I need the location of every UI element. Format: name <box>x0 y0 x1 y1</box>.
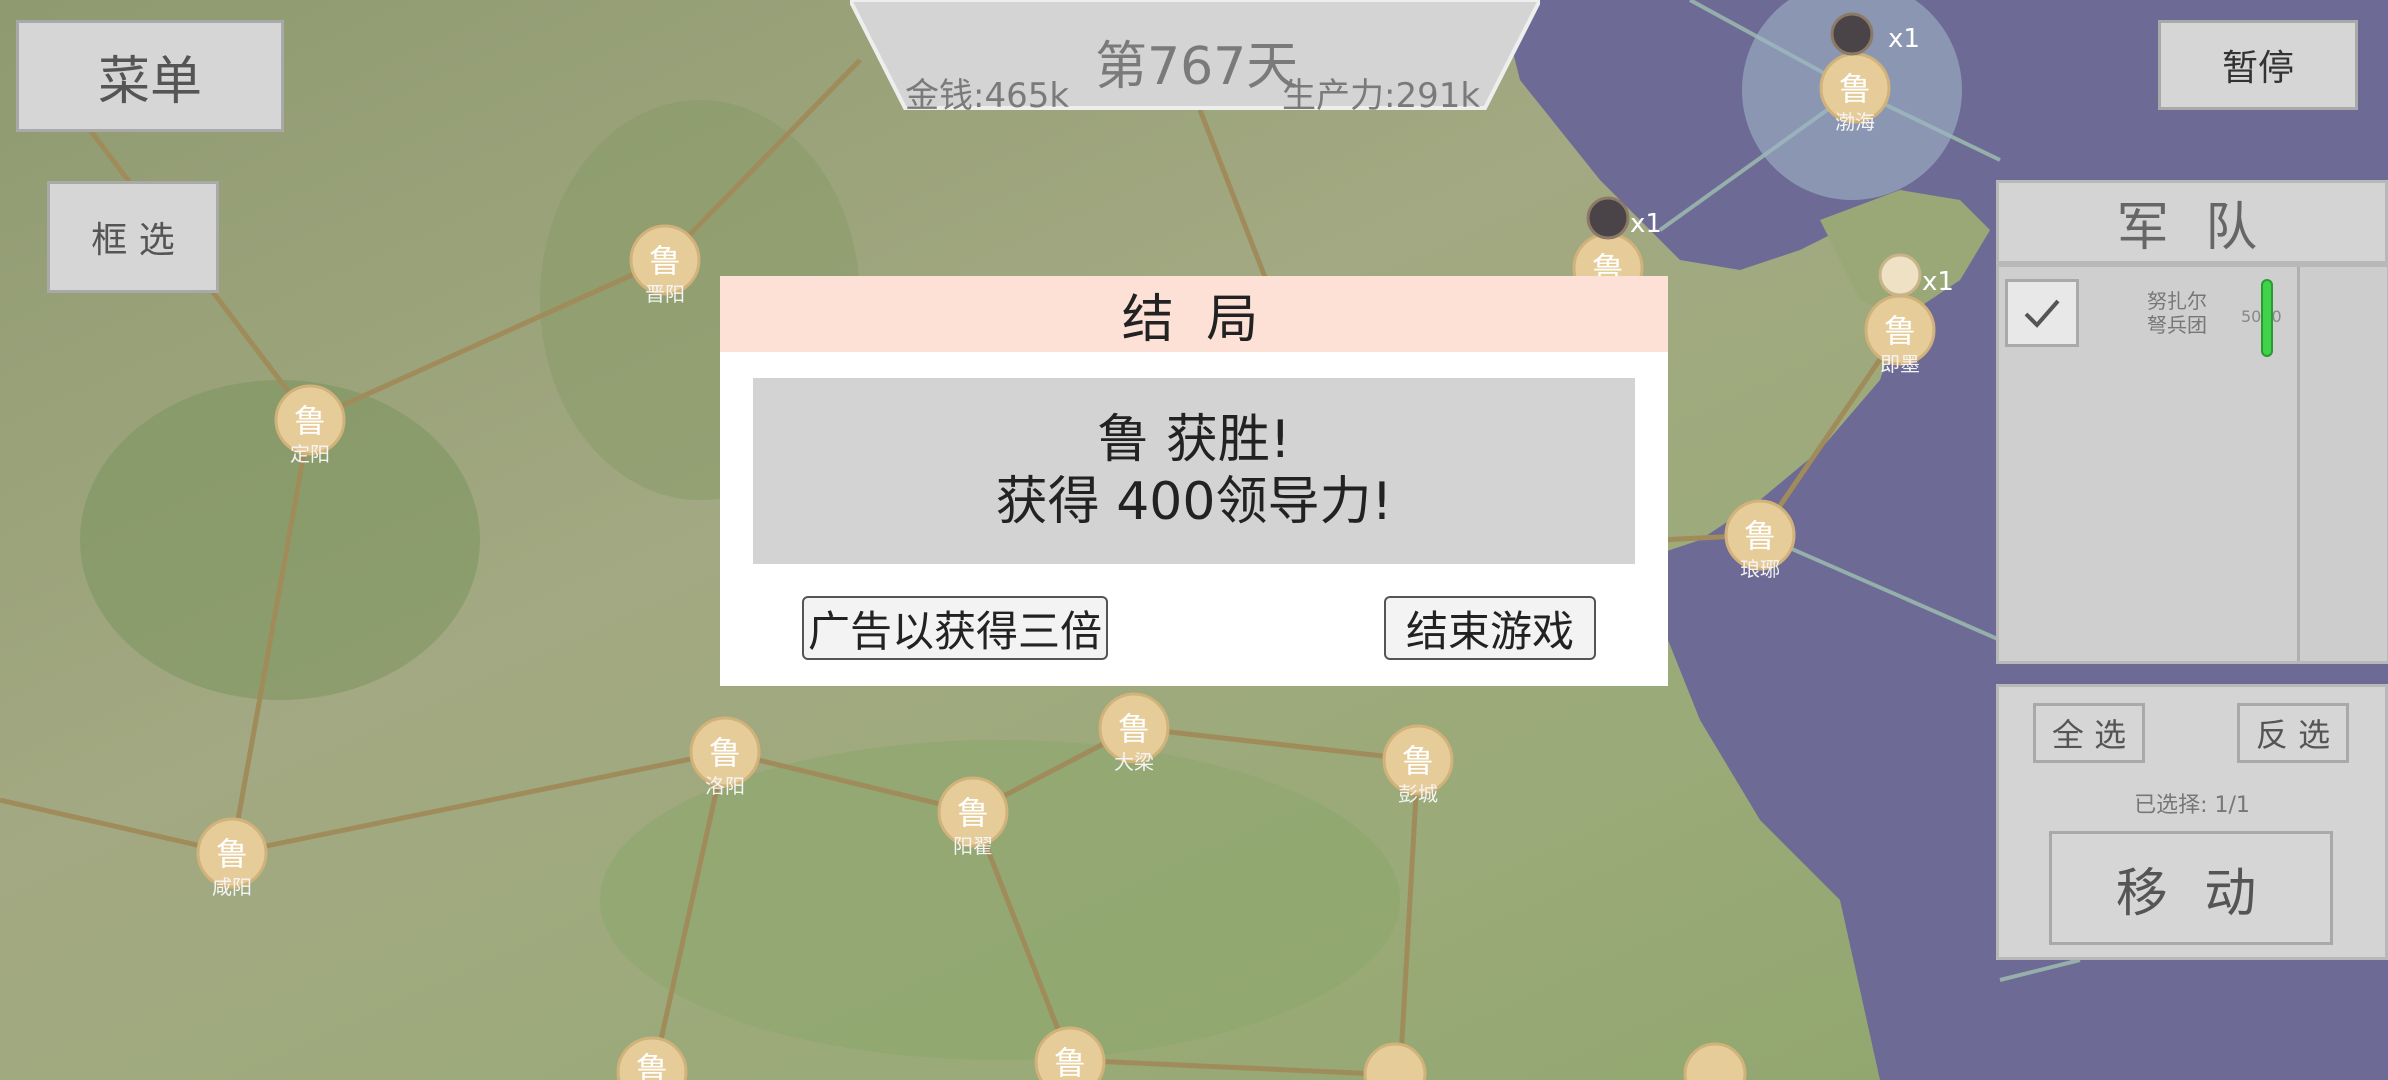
end-game-button[interactable]: 结束游戏 <box>1384 596 1596 660</box>
city-name: 琅琊 <box>1740 557 1780 581</box>
pause-button[interactable]: 暂停 <box>2158 20 2358 110</box>
unit-strength-bar <box>2261 279 2273 357</box>
faction-char: 鲁 <box>1884 312 1916 350</box>
city-name: 彭城 <box>1398 782 1438 806</box>
dialog-title: 结 局 <box>720 276 1668 352</box>
unit-count: x1 <box>1630 209 1662 239</box>
faction-char: 鲁 <box>216 835 248 873</box>
reward-text: 获得 400领导力! <box>995 472 1393 532</box>
faction-char: 鲁 <box>1402 742 1434 780</box>
faction-char: 鲁 <box>636 1050 668 1080</box>
unit-name: 努扎尔 弩兵团 <box>2117 289 2237 337</box>
faction-char: 鲁 <box>709 734 741 772</box>
city-name: 渤海 <box>1835 110 1875 134</box>
faction-char: 鲁 <box>1054 1044 1086 1080</box>
army-controls: 全 选 反 选 已选择: 1/1 移 动 <box>1996 684 2388 960</box>
production-label: 生产力:291k <box>1282 76 1481 116</box>
watch-ad-triple-button[interactable]: 广告以获得三倍 <box>802 596 1108 660</box>
city-name: 即墨 <box>1880 352 1920 376</box>
game-over-dialog: 结 局 鲁 获胜! 获得 400领导力! 广告以获得三倍 结束游戏 <box>720 276 1668 686</box>
faction-char: 鲁 <box>957 794 989 832</box>
city-node[interactable]: 鲁 <box>1034 1026 1106 1080</box>
money-label: 金钱:465k <box>905 76 1070 116</box>
faction-char: 鲁 <box>649 242 681 280</box>
unit-checkbox[interactable] <box>2005 279 2079 347</box>
unit-name-line2: 弩兵团 <box>2147 313 2207 337</box>
faction-char: 鲁 <box>1118 710 1150 748</box>
city-name: 晋阳 <box>645 282 685 306</box>
faction-char: 鲁 <box>294 402 326 440</box>
invert-select-button[interactable]: 反 选 <box>2237 703 2349 763</box>
army-panel: 军 队 努扎尔 弩兵团 5000 全 选 反 选 已选择: 1/1 移 动 <box>1996 180 2388 1080</box>
dialog-message: 鲁 获胜! 获得 400领导力! <box>753 378 1635 564</box>
selected-count: 已选择: 1/1 <box>2134 793 2250 818</box>
city-name: 大梁 <box>1114 750 1154 774</box>
city-name: 定阳 <box>290 442 330 466</box>
check-icon <box>2024 299 2060 328</box>
day-counter: 第767天 <box>1095 37 1299 97</box>
unit-name-line1: 努扎尔 <box>2147 289 2207 313</box>
box-select-button[interactable]: 框 选 <box>47 181 219 293</box>
resource-hud: 第767天 金钱:465k 生产力:291k <box>850 0 1540 116</box>
select-all-button[interactable]: 全 选 <box>2033 703 2145 763</box>
army-panel-header: 军 队 <box>1996 180 2388 264</box>
city-name: 洛阳 <box>705 774 745 798</box>
faction-char: 鲁 <box>1839 70 1871 108</box>
unit-list-scrollbar[interactable] <box>2297 267 2387 661</box>
faction-char: 鲁 <box>1744 517 1776 555</box>
city-name: 阳翟 <box>953 834 993 858</box>
move-button[interactable]: 移 动 <box>2049 831 2333 945</box>
unit-count: x1 <box>1888 24 1920 54</box>
victory-text: 鲁 获胜! <box>1097 410 1291 470</box>
unit-count: x1 <box>1922 267 1954 297</box>
unit-list[interactable]: 努扎尔 弩兵团 5000 <box>1996 264 2388 664</box>
menu-button[interactable]: 菜单 <box>16 20 284 132</box>
city-name: 咸阳 <box>212 875 252 899</box>
